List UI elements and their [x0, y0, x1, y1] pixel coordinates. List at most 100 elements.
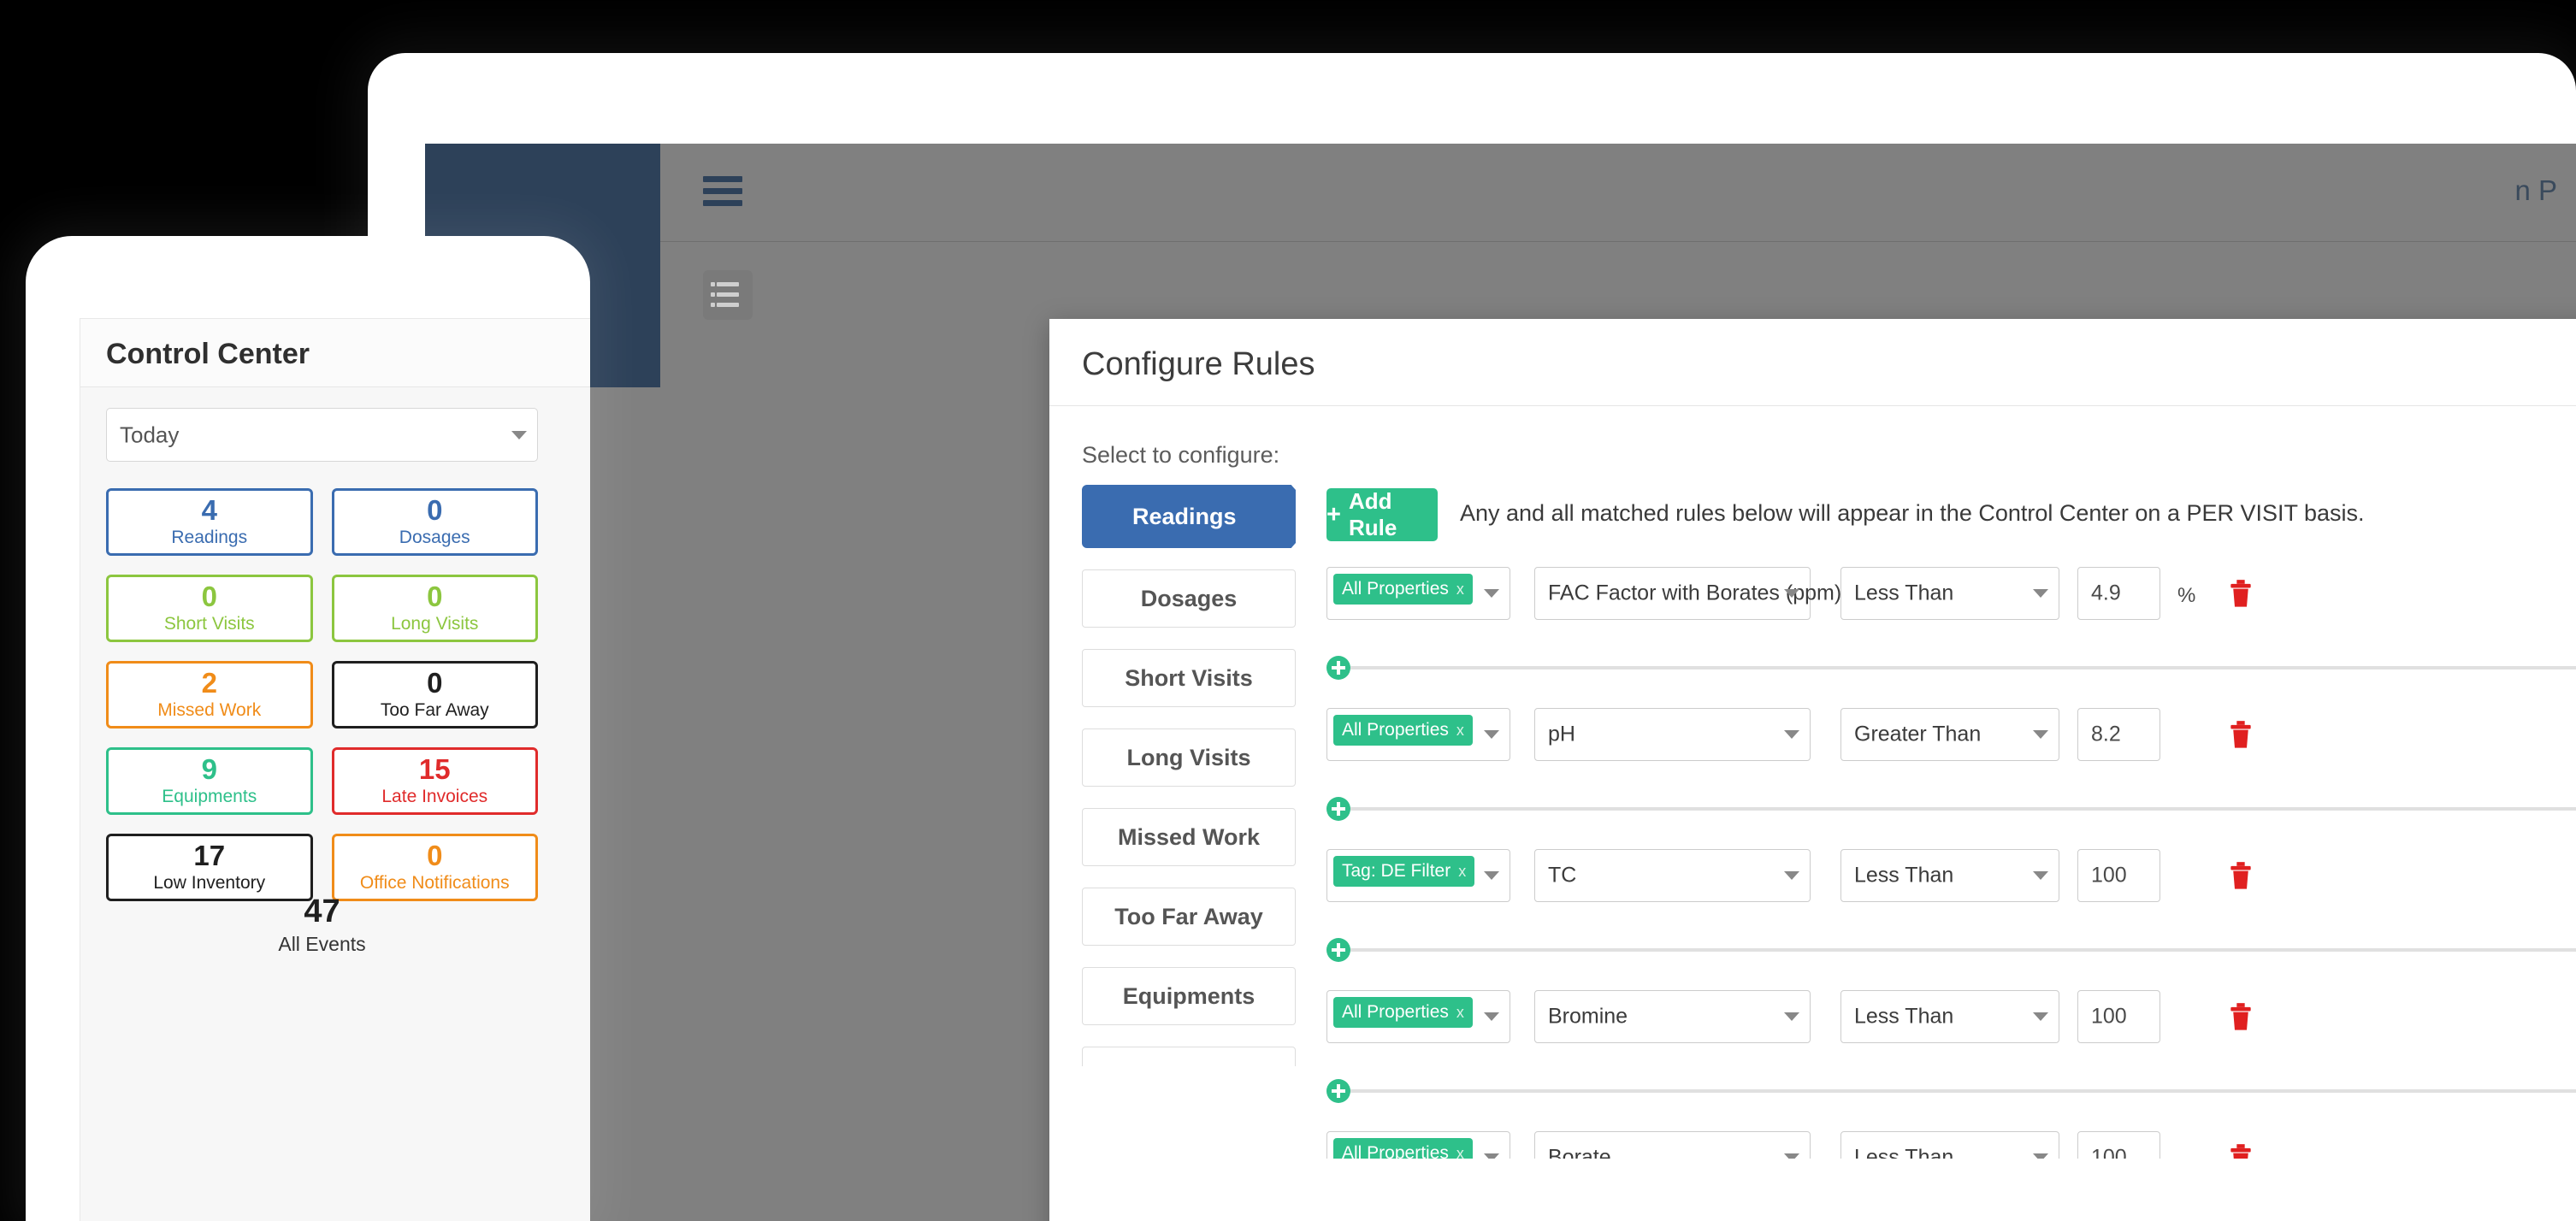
card-late-invoices[interactable]: 15 Late Invoices [331, 747, 538, 815]
remove-tag-icon[interactable]: x [1456, 722, 1464, 740]
chevron-down-icon [1484, 871, 1499, 880]
field-select[interactable]: pH [1534, 708, 1811, 761]
chevron-down-icon [1784, 730, 1799, 739]
card-value: 4 [201, 494, 217, 526]
add-condition-button[interactable] [1326, 797, 1350, 821]
card-equipments[interactable]: 9 Equipments [106, 747, 313, 815]
period-select[interactable]: Today [106, 408, 538, 462]
property-select[interactable]: All Properties x [1326, 708, 1510, 761]
property-tag[interactable]: All Properties x [1333, 715, 1473, 746]
add-condition-button[interactable] [1326, 656, 1350, 680]
list-icon[interactable] [703, 270, 753, 320]
add-rule-button[interactable]: + Add Rule [1326, 488, 1438, 541]
rule-row: All Properties x Borate Less Than 100 [1326, 1124, 2576, 1159]
property-select[interactable]: All Properties x [1326, 1131, 1510, 1159]
unit-label: % [2177, 584, 2196, 607]
tab-too-far-away[interactable]: Too Far Away [1082, 888, 1296, 946]
delete-rule-button[interactable] [2229, 721, 2253, 754]
card-office-notifications[interactable]: 0 Office Notifications [331, 834, 538, 901]
add-condition-button[interactable] [1326, 938, 1350, 962]
add-rule-label: Add Rule [1348, 488, 1397, 540]
card-dosages[interactable]: 0 Dosages [331, 488, 538, 556]
card-value: 0 [427, 667, 443, 699]
chevron-down-icon [1484, 1153, 1499, 1159]
remove-tag-icon[interactable]: x [1456, 1004, 1464, 1022]
remove-tag-icon[interactable]: x [1458, 863, 1466, 881]
card-readings[interactable]: 4 Readings [106, 488, 313, 556]
control-center-cards: 4 Readings 0 Dosages 0 Short Visits 0 Lo… [106, 488, 538, 901]
card-short-visits[interactable]: 0 Short Visits [106, 575, 313, 642]
threshold-input[interactable]: 100 [2077, 849, 2160, 902]
remove-tag-icon[interactable]: x [1456, 1145, 1464, 1159]
threshold-input[interactable]: 4.9 [2077, 567, 2160, 620]
tab-dosages[interactable]: Dosages [1082, 569, 1296, 628]
field-select[interactable]: FAC Factor with Borates (ppm) [1534, 567, 1841, 620]
card-value: 0 [427, 494, 443, 526]
rule-row: All Properties x FAC Factor with Borates… [1326, 560, 2576, 701]
operator-select[interactable]: Less Than [1840, 849, 2059, 902]
property-tag-label: All Properties [1342, 1143, 1449, 1159]
property-tag[interactable]: All Properties x [1333, 1138, 1473, 1159]
field-select[interactable]: Borate [1534, 1131, 1811, 1159]
delete-rule-button[interactable] [2229, 862, 2253, 895]
add-condition-button[interactable] [1326, 1079, 1350, 1103]
delete-rule-button[interactable] [2229, 1144, 2253, 1159]
field-select[interactable]: Bromine [1534, 990, 1811, 1043]
rule-row: Tag: DE Filter x TC Less Than 100 [1326, 842, 2576, 983]
threshold-value: 4.9 [2091, 581, 2121, 605]
property-select[interactable]: Tag: DE Filter x [1326, 849, 1510, 902]
tab-equipments[interactable]: Equipments [1082, 967, 1296, 1025]
all-events-label: All Events [278, 933, 366, 955]
property-tag-label: Tag: DE Filter [1342, 861, 1451, 881]
rule-row: All Properties x pH Greater Than 8.2 [1326, 701, 2576, 842]
field-value: pH [1548, 722, 1575, 746]
tab-label: Dosages [1140, 585, 1238, 611]
configure-tab-list[interactable]: Readings Dosages Short Visits Long Visit… [1082, 485, 1296, 1066]
operator-value: Less Than [1854, 581, 1954, 605]
operator-select[interactable]: Greater Than [1840, 708, 2059, 761]
threshold-input[interactable]: 100 [2077, 1131, 2160, 1159]
chevron-down-icon [1484, 730, 1499, 739]
operator-select[interactable]: Less Than [1840, 567, 2059, 620]
property-tag[interactable]: All Properties x [1333, 574, 1473, 605]
field-select[interactable]: TC [1534, 849, 1811, 902]
property-select[interactable]: All Properties x [1326, 990, 1510, 1043]
operator-value: Less Than [1854, 1004, 1954, 1029]
tab-missed-work[interactable]: Missed Work [1082, 808, 1296, 866]
rule-divider [1350, 948, 2576, 952]
modal-body: Select to configure: Readings Dosages Sh… [1049, 406, 2576, 1221]
chevron-down-icon [1484, 1012, 1499, 1021]
rule-hint-text: Any and all matched rules below will app… [1460, 500, 2365, 526]
property-tag[interactable]: All Properties x [1333, 997, 1473, 1028]
card-low-inventory[interactable]: 17 Low Inventory [106, 834, 313, 901]
delete-rule-button[interactable] [2229, 1003, 2253, 1036]
threshold-input[interactable]: 100 [2077, 990, 2160, 1043]
period-value: Today [120, 422, 180, 447]
card-long-visits[interactable]: 0 Long Visits [331, 575, 538, 642]
control-center-title: Control Center [106, 338, 310, 370]
remove-tag-icon[interactable]: x [1456, 581, 1464, 599]
threshold-value: 8.2 [2091, 722, 2121, 746]
card-label: Office Notifications [359, 873, 510, 893]
app-topbar: n P [660, 144, 2576, 242]
chevron-down-icon [2033, 589, 2048, 598]
tab-short-visits[interactable]: Short Visits [1082, 649, 1296, 707]
delete-rule-button[interactable] [2229, 580, 2253, 613]
tab-label: Equipments [1122, 982, 1256, 1009]
tab-long-visits[interactable]: Long Visits [1082, 728, 1296, 787]
operator-select[interactable]: Less Than [1840, 1131, 2059, 1159]
tab-readings[interactable]: Readings [1082, 485, 1296, 548]
threshold-input[interactable]: 8.2 [2077, 708, 2160, 761]
tab-late-invoices[interactable]: Late Invoices [1082, 1047, 1296, 1066]
chevron-down-icon [2033, 1012, 2048, 1021]
operator-select[interactable]: Less Than [1840, 990, 2059, 1043]
property-select[interactable]: All Properties x [1326, 567, 1510, 620]
card-missed-work[interactable]: 2 Missed Work [106, 661, 313, 728]
hamburger-menu-icon[interactable] [703, 176, 742, 207]
card-value: 9 [201, 753, 217, 785]
rule-divider [1350, 666, 2576, 669]
card-label: Missed Work [157, 700, 262, 720]
card-too-far-away[interactable]: 0 Too Far Away [331, 661, 538, 728]
property-tag[interactable]: Tag: DE Filter x [1333, 856, 1475, 887]
operator-value: Less Than [1854, 1145, 1954, 1159]
